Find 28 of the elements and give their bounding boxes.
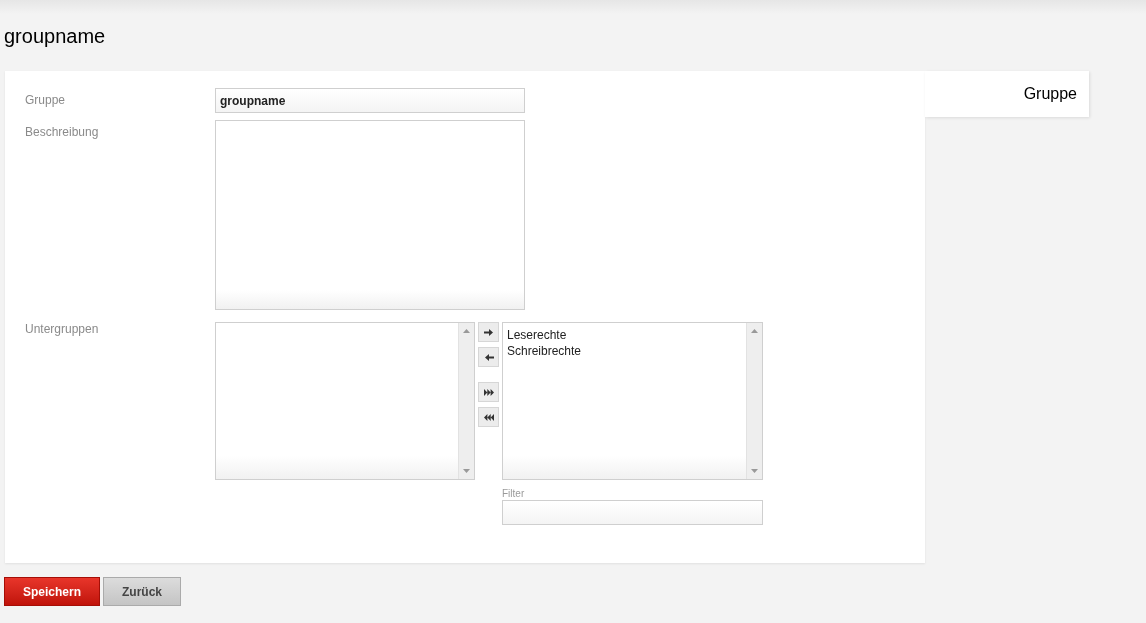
scroll-up-icon xyxy=(463,329,470,333)
move-left-icon xyxy=(483,353,494,361)
move-all-right-button[interactable] xyxy=(478,382,499,402)
save-button[interactable]: Speichern xyxy=(4,577,100,606)
scroll-down-icon xyxy=(751,469,758,473)
side-tab[interactable]: Gruppe xyxy=(925,71,1089,117)
input-field[interactable]: groupname xyxy=(215,88,525,113)
list-item[interactable]: Leserechte xyxy=(507,327,742,343)
field-label: Beschreibung xyxy=(25,124,100,141)
move-left-button[interactable] xyxy=(478,347,499,367)
move-all-left-button[interactable] xyxy=(478,407,499,427)
filter-label: Filter xyxy=(502,488,525,500)
field-label: Untergruppen xyxy=(25,322,100,338)
move-all-left-icon xyxy=(483,413,494,421)
list-item[interactable]: Schreibrechte xyxy=(507,343,742,359)
filter-field[interactable] xyxy=(502,500,763,525)
scroll-up-icon xyxy=(751,329,758,333)
scrollbar[interactable] xyxy=(458,323,474,479)
scroll-down-icon xyxy=(463,469,470,473)
move-right-button[interactable] xyxy=(478,322,499,342)
text-area[interactable] xyxy=(215,120,525,310)
back-button[interactable]: Zurück xyxy=(103,577,181,606)
page-title: groupname xyxy=(3,24,107,49)
scrollbar[interactable] xyxy=(746,323,762,479)
list-box[interactable]: Leserechte Schreibrechte xyxy=(502,322,763,480)
move-all-right-icon xyxy=(483,388,494,396)
move-right-icon xyxy=(483,328,494,336)
field-label: Gruppe xyxy=(25,92,67,109)
